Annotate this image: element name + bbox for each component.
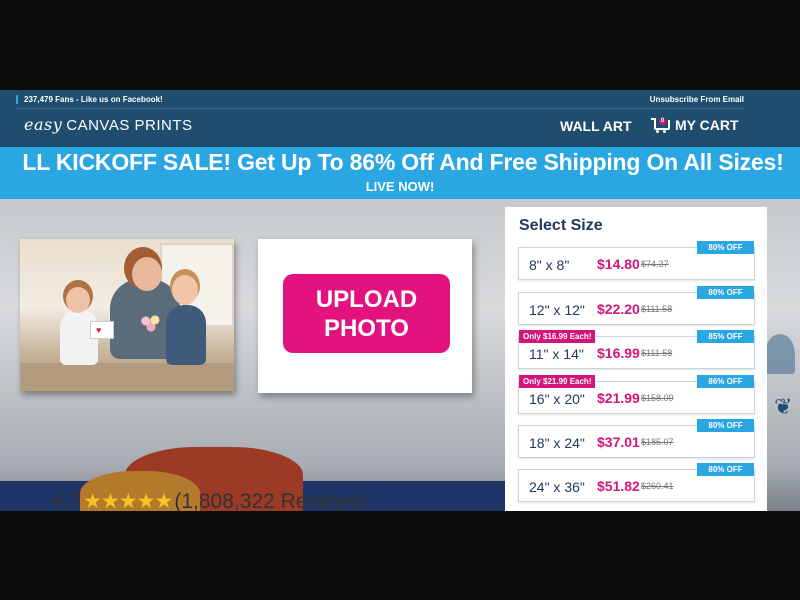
size-dimensions: 16" x 20"	[529, 391, 585, 407]
upload-canvas[interactable]: UPLOAD PHOTO	[258, 239, 472, 393]
cart-count-badge: 0	[659, 118, 666, 125]
size-option[interactable]: 12" x 12" $22.20 $111.58 80% OFF	[518, 286, 755, 325]
discount-badge: 85% OFF	[697, 330, 754, 343]
size-selector: Select Size 8" x 8" $14.80 $74.37 80% OFF 12…	[505, 207, 767, 511]
size-original-price: $185.07	[641, 437, 674, 447]
size-option[interactable]: 24" x 36" $51.82 $260.41 80% OFF	[518, 463, 755, 502]
size-dimensions: 12" x 12"	[529, 302, 585, 318]
divider	[16, 108, 744, 109]
sale-banner-subline: LIVE NOW!	[365, 179, 435, 194]
facebook-fans-link[interactable]: 237,479 Fans - Like us on Facebook!	[16, 95, 163, 104]
cart-icon: 0	[651, 117, 670, 133]
rating-summary[interactable]: 4.7 ★★★★★ (1,808,322 Reviews)	[52, 489, 367, 512]
upload-label-line2: PHOTO	[324, 314, 409, 342]
star-rating-icon: ★★★★★	[83, 490, 173, 511]
hero-section: ❦ ♥ UPLOAD PHOTO 4.7 ★★★★★ (1,808,322 Re…	[0, 199, 800, 511]
size-selector-title: Select Size	[519, 217, 603, 234]
plant-icon: ❦	[774, 394, 793, 419]
top-utility-bar: 237,479 Fans - Like us on Facebook! Unsu…	[0, 90, 800, 110]
my-cart-label: MY CART	[675, 117, 739, 133]
size-dimensions: 8" x 8"	[529, 257, 570, 273]
unsubscribe-link[interactable]: Unsubscribe From Email	[650, 95, 744, 104]
size-dimensions: 24" x 36"	[529, 479, 585, 495]
promo-badge: Only $16.99 Each!	[519, 330, 596, 343]
browser-viewport: 237,479 Fans - Like us on Facebook! Unsu…	[0, 90, 800, 511]
wall-art-link[interactable]: WALL ART	[560, 118, 632, 134]
size-option[interactable]: 11" x 14" $16.99 $111.58 85% OFF Only $16.99…	[518, 330, 755, 369]
size-option[interactable]: 8" x 8" $14.80 $74.37 80% OFF	[518, 241, 755, 280]
discount-badge: 86% OFF	[697, 375, 754, 388]
sale-banner-headline: LL KICKOFF SALE! Get Up To 86% Off And F…	[22, 149, 784, 175]
size-price: $16.99	[597, 345, 640, 361]
rating-value: 4.7	[52, 489, 82, 512]
promo-badge: Only $21.99 Each!	[519, 375, 596, 388]
size-price: $14.80	[597, 256, 640, 272]
size-price: $21.99	[597, 390, 640, 406]
upload-label-line1: UPLOAD	[315, 285, 418, 313]
size-dimensions: 11" x 14"	[529, 346, 584, 362]
size-original-price: $260.41	[641, 481, 674, 491]
upload-photo-button[interactable]: UPLOAD PHOTO	[283, 274, 450, 353]
review-count: (1,808,322 Reviews)	[174, 489, 367, 512]
discount-badge: 80% OFF	[697, 286, 754, 299]
size-dimensions: 18" x 24"	[529, 435, 585, 451]
main-nav: easy CANVAS PRINTS WALL ART 0 MY CART	[0, 110, 800, 143]
site-logo[interactable]: easy CANVAS PRINTS	[24, 115, 193, 134]
heart-icon: ♥	[96, 325, 102, 335]
size-original-price: $111.58	[641, 304, 673, 314]
size-price: $51.82	[597, 478, 640, 494]
size-price: $37.01	[597, 434, 640, 450]
size-option[interactable]: 16" x 20" $21.99 $158.09 86% OFF Only $21.99…	[518, 375, 755, 414]
my-cart-link[interactable]: 0 MY CART	[651, 117, 739, 133]
logo-script: easy	[24, 115, 63, 134]
logo-text: CANVAS PRINTS	[66, 117, 193, 134]
discount-badge: 80% OFF	[697, 419, 754, 432]
size-original-price: $74.37	[641, 259, 669, 269]
flowers-icon	[138, 313, 164, 333]
discount-badge: 80% OFF	[697, 463, 754, 476]
discount-badge: 80% OFF	[697, 241, 754, 254]
size-original-price: $111.58	[641, 348, 673, 358]
lamp-decoration	[765, 334, 795, 374]
size-price: $22.20	[597, 301, 640, 317]
size-original-price: $158.09	[641, 393, 674, 403]
size-option[interactable]: 18" x 24" $37.01 $185.07 80% OFF	[518, 419, 755, 458]
sample-canvas-photo: ♥	[20, 239, 234, 391]
sale-banner[interactable]: LL KICKOFF SALE! Get Up To 86% Off And F…	[0, 147, 800, 199]
